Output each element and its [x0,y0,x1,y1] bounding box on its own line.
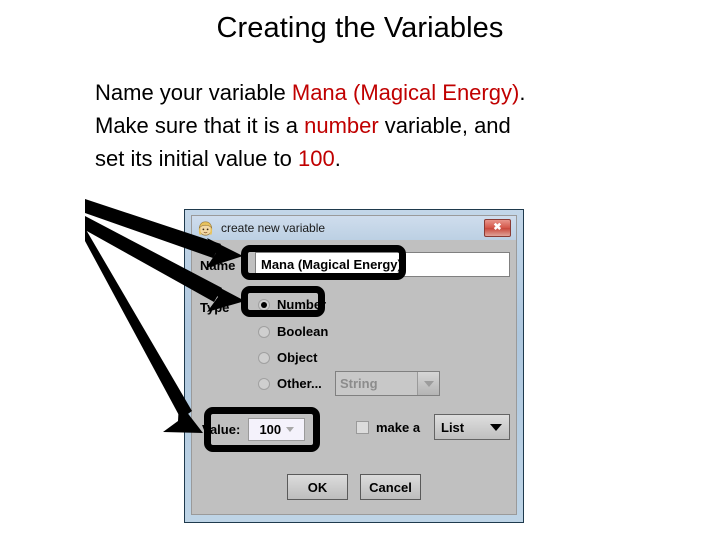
close-icon[interactable]: ✖ [484,219,511,237]
list-type-combo-value: List [441,419,465,435]
slide-body-text: Name your variable Mana (Magical Energy)… [95,76,655,175]
value-spinner-value: 100 [259,422,282,437]
list-type-combo[interactable]: List [434,414,510,440]
chevron-down-icon [490,423,502,431]
spinner-down-icon [286,427,295,432]
type-radio-other[interactable]: Other... [258,376,322,391]
type-radio-object-label: Object [277,350,318,365]
type-radio-boolean-label: Boolean [277,324,329,339]
dialog-content-area: create new variable ✖ Name Mana (Magical… [191,215,517,515]
type-label: Type [200,300,230,315]
body-line-3: set its initial value to 100. [95,142,655,175]
body-line-2-pre: Make sure that it is a [95,113,305,138]
dialog-title-text: create new variable [221,221,326,235]
body-line-3-pre: set its initial value to [95,146,298,171]
body-line-1-highlight: Mana (Magical Energy) [291,80,520,105]
dialog-button-row: OK Cancel [192,474,516,500]
body-line-2-post: variable, and [378,113,511,138]
body-line-1-pre: Name your variable [95,80,292,105]
body-line-1-post: . [519,80,526,105]
type-radio-number[interactable]: Number [258,297,326,312]
arrow-to-value-shaft [85,228,192,419]
value-field-group: Value: 100 [202,418,306,441]
body-line-3-highlight: 100 [297,146,335,171]
body-line-1: Name your variable Mana (Magical Energy)… [95,76,655,109]
type-radio-boolean[interactable]: Boolean [258,324,328,339]
make-a-checkbox-group[interactable]: make a [356,420,420,435]
dialog-titlebar: create new variable ✖ [192,216,516,240]
radio-selected-icon [258,298,270,311]
value-label: Value: [202,422,241,437]
name-label: Name [200,258,236,273]
chevron-down-icon [417,372,439,395]
create-new-variable-dialog: create new variable ✖ Name Mana (Magical… [184,209,524,523]
radio-unselected-icon [258,377,270,390]
page-title: Creating the Variables [216,12,504,44]
alice-character-icon [197,220,214,237]
make-a-checkbox[interactable] [356,421,369,434]
radio-unselected-icon [258,351,270,364]
variable-name-input[interactable]: Mana (Magical Energy) [255,252,510,277]
other-type-combo[interactable]: String [335,371,440,396]
body-line-2-highlight: number [304,113,379,138]
other-type-combo-value: String [340,376,378,391]
ok-button[interactable]: OK [287,474,348,500]
type-radio-object[interactable]: Object [258,350,317,365]
radio-unselected-icon [258,325,270,338]
value-spinner[interactable]: 100 [248,418,306,441]
body-line-3-post: . [334,146,341,171]
cancel-button[interactable]: Cancel [360,474,421,500]
type-radio-number-label: Number [277,297,327,312]
body-line-2: Make sure that it is a number variable, … [95,109,655,142]
type-radio-other-label: Other... [277,376,322,391]
make-a-label: make a [376,420,421,435]
